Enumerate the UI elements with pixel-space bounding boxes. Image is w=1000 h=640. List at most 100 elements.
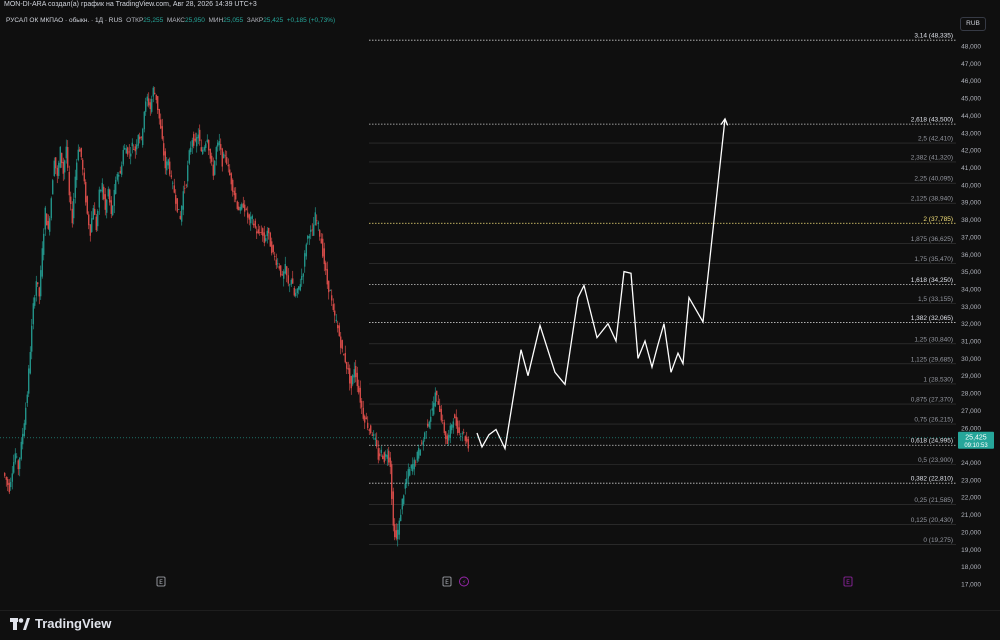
candle-body xyxy=(257,229,259,234)
candle-body xyxy=(275,259,277,266)
candle-body xyxy=(86,196,88,214)
open-label: ОТКР xyxy=(126,17,144,24)
candle-body xyxy=(235,193,237,200)
candle-body xyxy=(25,407,27,425)
candle-body xyxy=(89,224,91,236)
y-tick-label: 40,000 xyxy=(961,182,981,189)
candle-body xyxy=(8,482,10,493)
change-value: +0,185 (+0,73%) xyxy=(286,17,336,24)
y-tick-label: 46,000 xyxy=(961,78,981,85)
y-tick-label: 27,000 xyxy=(961,408,981,415)
candle-body xyxy=(82,159,84,170)
candle-body xyxy=(43,233,45,255)
candle-body xyxy=(19,457,21,470)
candle-body xyxy=(22,433,24,445)
y-tick-label: 20,000 xyxy=(961,529,981,536)
candle-body xyxy=(422,440,424,446)
candle-body xyxy=(131,142,133,147)
candle-body xyxy=(290,279,292,285)
candle-body xyxy=(292,278,294,284)
candle-body xyxy=(79,149,81,152)
y-tick-label: 48,000 xyxy=(961,44,981,51)
candle-body xyxy=(76,162,78,181)
candle-body xyxy=(143,111,145,130)
symbol-legend: РУСАЛ ОК МКПАО · обыкн. · 1Д · RUS ОТКР2… xyxy=(6,17,335,24)
fib-level-label: 3,14 (48,335) xyxy=(914,33,953,40)
candle-body xyxy=(191,140,193,147)
y-tick-label: 38,000 xyxy=(961,217,981,224)
candle-body xyxy=(232,179,234,192)
candle-body xyxy=(214,160,216,175)
candle-body xyxy=(338,325,340,337)
candle-body xyxy=(412,464,414,472)
candle-body xyxy=(215,147,217,160)
y-tick-label: 35,000 xyxy=(961,269,981,276)
y-tick-label: 19,000 xyxy=(961,547,981,554)
currency-button[interactable]: RUB xyxy=(960,17,986,31)
candle-body xyxy=(224,155,226,157)
candle-body xyxy=(305,244,307,257)
candle-body xyxy=(398,520,400,535)
candle-body xyxy=(91,218,93,233)
candle-body xyxy=(308,235,310,239)
candle-body xyxy=(284,263,286,274)
candle-body xyxy=(296,288,298,293)
candle-body xyxy=(442,420,444,421)
candle-body xyxy=(20,441,22,459)
y-axis: 17,000 18,000 19,000 20,000 21,000 22,000 23,0… xyxy=(961,44,981,589)
candle-body xyxy=(329,290,331,292)
candle-body xyxy=(59,146,61,168)
candle-body xyxy=(115,179,117,194)
candle-body xyxy=(104,194,106,210)
header-title: MON-DI-ARA создал(а) график на TradingVi… xyxy=(4,1,257,8)
symbol-name[interactable]: РУСАЛ ОК МКПАО · обыкн. · 1Д · RUS xyxy=(6,17,123,24)
candle-body xyxy=(40,270,42,297)
candle-body xyxy=(350,375,352,389)
candle-body xyxy=(23,423,25,437)
candle-body xyxy=(190,147,192,153)
candle-body xyxy=(466,436,468,442)
candle-body xyxy=(299,284,301,291)
y-tick-label: 47,000 xyxy=(961,61,981,68)
candle-body xyxy=(205,143,207,148)
event-marker: E xyxy=(442,576,452,587)
candle-body xyxy=(16,456,18,458)
candle-body xyxy=(377,448,379,460)
candle-body xyxy=(263,232,265,243)
candle-body xyxy=(367,422,369,428)
candle-body xyxy=(175,194,177,204)
fib-level-label: 0,125 (20,430) xyxy=(911,517,953,524)
candle-body xyxy=(26,394,28,404)
candle-body xyxy=(266,230,268,237)
candle-body xyxy=(311,229,313,231)
candle-body xyxy=(163,143,165,156)
candle-body xyxy=(41,248,43,277)
candle-body xyxy=(139,136,141,140)
candle-body xyxy=(109,189,111,203)
event-marker-label: E xyxy=(159,579,163,586)
candle-body xyxy=(391,464,393,499)
candle-body xyxy=(373,434,375,436)
price-chart[interactable]: 17,000 18,000 19,000 20,000 21,000 22,000 23,0… xyxy=(0,30,1000,590)
candle-body xyxy=(145,101,147,112)
candle-body xyxy=(347,368,349,370)
candle-body xyxy=(424,432,426,440)
candle-body xyxy=(121,165,123,175)
tradingview-logo[interactable]: TradingView xyxy=(10,616,111,631)
candle-body xyxy=(13,462,15,473)
candle-body xyxy=(160,119,162,129)
candle-body xyxy=(370,425,372,434)
candle-body xyxy=(287,275,289,284)
candle-body xyxy=(217,142,219,147)
candle-body xyxy=(322,238,324,257)
candle-body xyxy=(172,182,174,184)
candle-body xyxy=(70,196,72,205)
candle-body xyxy=(202,149,204,154)
candle-body xyxy=(421,442,423,444)
y-tick-label: 29,000 xyxy=(961,373,981,380)
candle-body xyxy=(464,436,466,441)
candle-body xyxy=(314,212,316,226)
close-label: ЗАКР xyxy=(246,17,264,24)
candle-body xyxy=(158,108,160,119)
candle-body xyxy=(211,155,213,162)
